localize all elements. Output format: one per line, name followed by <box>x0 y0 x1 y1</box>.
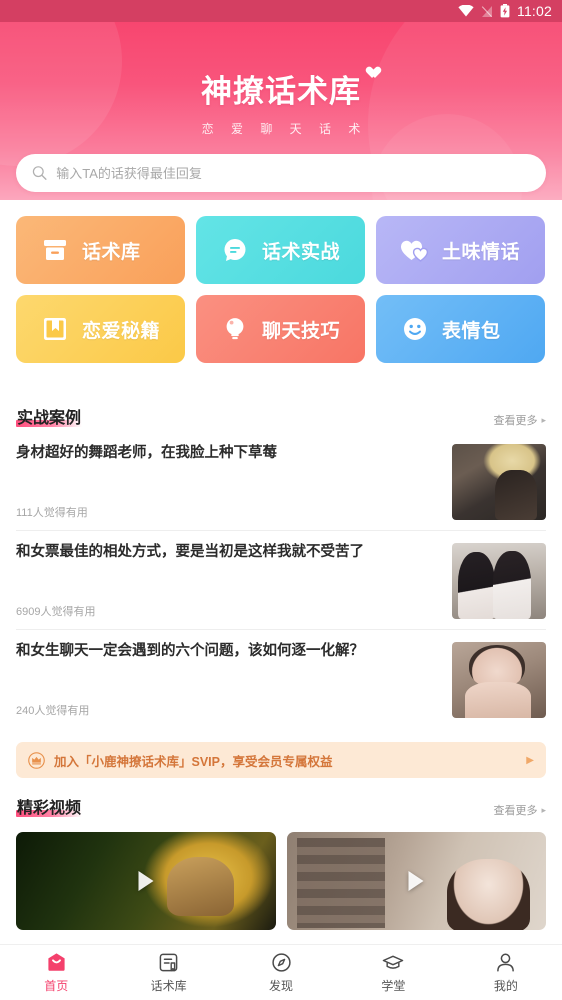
tab-label: 学堂 <box>381 979 406 993</box>
play-arrow-icon: ▶ <box>526 754 534 766</box>
list-item-title: 和女生聊天一定会遇到的六个问题，该如何逐一化解？ <box>16 643 364 659</box>
thumb-dance-teacher <box>452 444 546 520</box>
search-icon <box>32 166 47 180</box>
tab-label: 话术库 <box>150 979 187 993</box>
tab-library[interactable]: 话术库 <box>112 951 224 994</box>
list-item-text: 身材超好的舞蹈老师，在我脸上种下草莓 111人觉得有用 <box>16 444 452 520</box>
logo: 神撩话术库 恋 爱 聊 天 话 术 <box>0 66 562 137</box>
category-label: 话术实战 <box>262 241 341 263</box>
list-item-text: 和女生聊天一定会遇到的六个问题，该如何逐一化解？ 240人觉得有用 <box>16 642 452 718</box>
wifi-icon <box>458 5 474 17</box>
list-item-text: 和女票最佳的相处方式，要是当初是这样我就不受苦了 6909人觉得有用 <box>16 543 452 619</box>
section-header-videos: 精彩视频 查看更多 ▸ <box>0 778 562 822</box>
heart-icon <box>364 62 377 74</box>
category-button-lianaimiji[interactable]: 恋爱秘籍 <box>16 295 185 363</box>
status-bar: 11:02 <box>0 0 562 22</box>
tab-home[interactable]: 首页 <box>0 951 112 994</box>
view-more-cases-link[interactable]: 查看更多 ▸ <box>493 412 546 428</box>
category-label: 话术库 <box>82 241 141 263</box>
view-more-label: 查看更多 <box>493 415 538 427</box>
lightbulb-icon <box>220 314 250 344</box>
play-icon[interactable] <box>138 871 154 891</box>
chevron-right-icon: ▸ <box>541 804 546 815</box>
play-icon[interactable] <box>408 871 424 891</box>
category-label: 土味情话 <box>442 241 521 263</box>
category-label: 聊天技巧 <box>262 320 341 342</box>
list-item[interactable]: 和女票最佳的相处方式，要是当初是这样我就不受苦了 6909人觉得有用 <box>16 531 546 630</box>
thumb-girl-portrait <box>452 642 546 718</box>
case-list: 身材超好的舞蹈老师，在我脸上种下草莓 111人觉得有用 和女票最佳的相处方式，要… <box>0 432 562 728</box>
svip-banner[interactable]: 加入「小鹿神撩话术库」SVIP，享受会员专属权益 ▶ <box>16 742 546 778</box>
list-item-meta: 240人觉得有用 <box>16 705 90 717</box>
user-icon <box>495 951 517 973</box>
logo-title: 神撩话术库 <box>201 66 361 111</box>
book-icon <box>40 314 70 344</box>
category-button-tuweiqinghua[interactable]: 土味情话 <box>376 216 545 284</box>
view-more-videos-link[interactable]: 查看更多 ▸ <box>493 802 546 818</box>
view-more-label: 查看更多 <box>493 805 538 817</box>
search-bar[interactable] <box>16 154 546 192</box>
chat-bubble-icon <box>220 235 250 265</box>
logo-subtitle: 恋 爱 聊 天 话 术 <box>201 122 368 136</box>
video-card[interactable] <box>16 832 276 930</box>
signal-off-icon <box>481 5 493 17</box>
bottom-tab-bar: 首页 话术库 发现 学堂 我的 <box>0 944 562 1000</box>
compass-icon <box>270 951 292 973</box>
tab-discover[interactable]: 发现 <box>225 951 337 994</box>
list-item[interactable]: 和女生聊天一定会遇到的六个问题，该如何逐一化解？ 240人觉得有用 <box>16 630 546 728</box>
app-screen: 11:02 神撩话术库 恋 爱 聊 天 话 术 输入TA的话获得最佳回复 话术库… <box>0 0 562 1000</box>
category-button-biaoqingbao[interactable]: 表情包 <box>376 295 545 363</box>
list-item-meta: 6909人觉得有用 <box>16 606 96 618</box>
category-grid: 话术库 话术实战 土味情话 恋爱秘籍 聊天技巧 表情包 <box>16 216 546 363</box>
category-button-huashuku[interactable]: 话术库 <box>16 216 185 284</box>
battery-charging-icon <box>500 4 510 18</box>
tab-profile[interactable]: 我的 <box>450 951 562 994</box>
logo-title-text: 神撩话术库 <box>201 74 361 110</box>
section-title-cases: 实战案例 <box>16 404 83 428</box>
section-title-videos: 精彩视频 <box>16 794 83 818</box>
crown-icon <box>28 751 45 769</box>
tab-label: 首页 <box>44 979 69 993</box>
list-item-meta: 111人觉得有用 <box>16 507 88 519</box>
archive-box-icon <box>40 235 70 265</box>
list-item-title: 身材超好的舞蹈老师，在我脸上种下草莓 <box>16 445 277 461</box>
library-icon <box>158 951 180 973</box>
video-card[interactable] <box>286 832 546 930</box>
category-label: 表情包 <box>442 320 501 342</box>
thumb-couple <box>452 543 546 619</box>
home-icon <box>45 951 67 973</box>
svip-banner-text: 加入「小鹿神撩话术库」SVIP，享受会员专属权益 <box>54 754 333 769</box>
tab-academy[interactable]: 学堂 <box>337 951 449 994</box>
list-item[interactable]: 身材超好的舞蹈老师，在我脸上种下草莓 111人觉得有用 <box>16 432 546 531</box>
tab-label: 发现 <box>269 979 294 993</box>
category-button-liaotianjiqiao[interactable]: 聊天技巧 <box>196 295 365 363</box>
chevron-right-icon: ▸ <box>541 414 546 425</box>
video-list <box>0 822 562 930</box>
double-heart-icon <box>400 235 430 265</box>
category-label: 恋爱秘籍 <box>82 320 161 342</box>
smiley-icon <box>400 314 430 344</box>
graduation-cap-icon <box>382 951 404 973</box>
tab-label: 我的 <box>493 979 518 993</box>
list-item-title: 和女票最佳的相处方式，要是当初是这样我就不受苦了 <box>16 544 364 560</box>
section-header-cases: 实战案例 查看更多 ▸ <box>0 390 562 432</box>
main-content: 实战案例 查看更多 ▸ 身材超好的舞蹈老师，在我脸上种下草莓 111人觉得有用 … <box>0 390 562 930</box>
search-input[interactable] <box>56 165 530 181</box>
category-button-huashushizhan[interactable]: 话术实战 <box>196 216 365 284</box>
status-bar-time: 11:02 <box>517 3 552 19</box>
